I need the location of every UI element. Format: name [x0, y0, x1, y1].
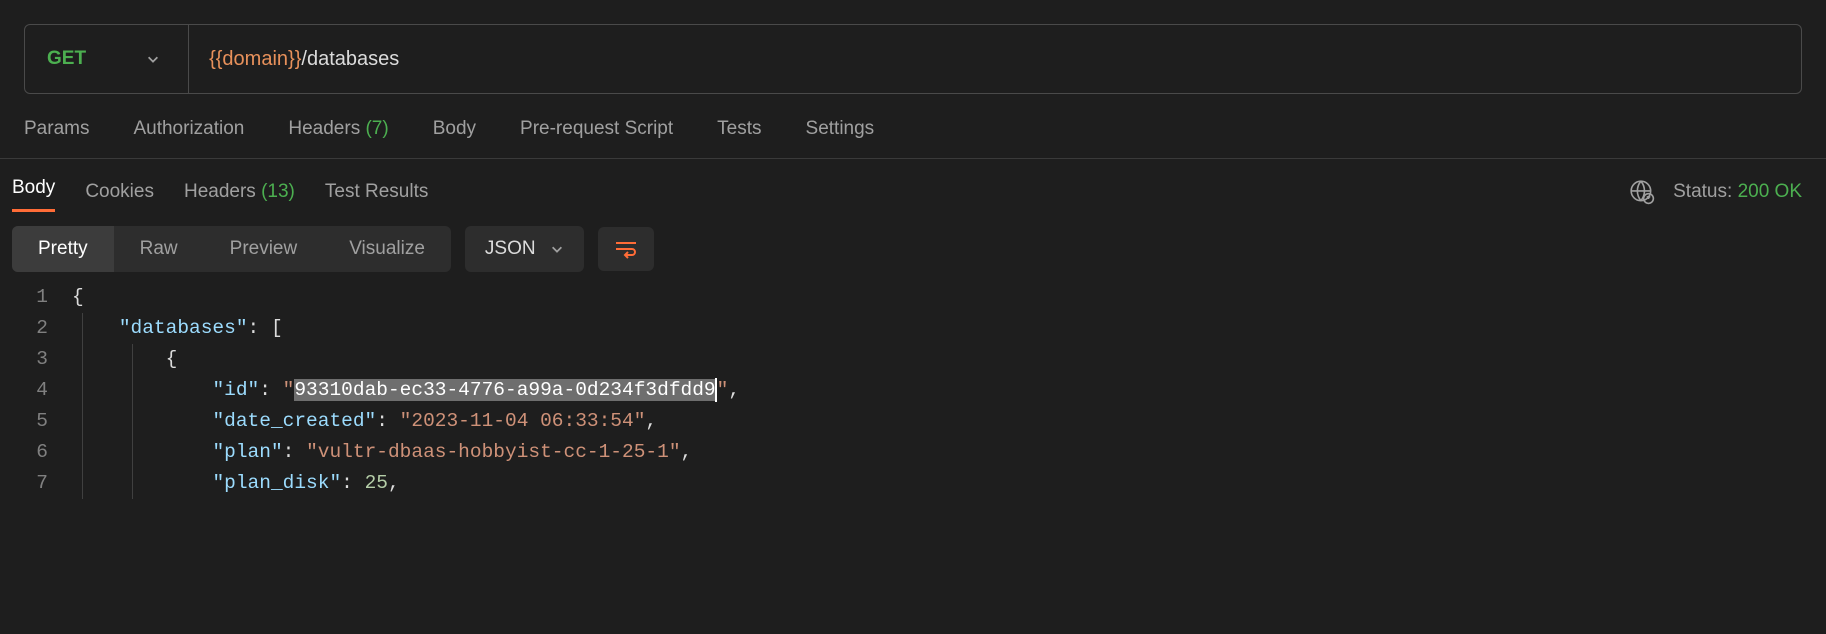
tab-params[interactable]: Params: [24, 118, 89, 140]
line-number: 4: [12, 375, 48, 406]
status-label: Status:: [1673, 181, 1732, 202]
response-status-area: Status: 200 OK: [1629, 179, 1802, 205]
line-number: 6: [12, 437, 48, 468]
globe-icon[interactable]: [1629, 179, 1655, 205]
format-pretty[interactable]: Pretty: [12, 226, 114, 272]
format-raw[interactable]: Raw: [114, 226, 204, 272]
line-number-gutter: 1 2 3 4 5 6 7: [12, 282, 72, 499]
code-line: "plan": "vultr-dbaas-hobbyist-cc-1-25-1"…: [72, 437, 740, 468]
format-visualize[interactable]: Visualize: [323, 226, 451, 272]
http-method-label: GET: [47, 48, 86, 70]
http-method-select[interactable]: GET: [25, 25, 189, 93]
response-tab-headers[interactable]: Headers (13): [184, 175, 295, 209]
tab-headers-label: Headers: [288, 118, 360, 139]
tab-headers[interactable]: Headers (7): [288, 118, 388, 140]
request-url-bar: GET {{domain}}/databases: [24, 24, 1802, 94]
code-line: "id": "93310dab-ec33-4776-a99a-0d234f3df…: [72, 375, 740, 406]
response-body-viewer[interactable]: 1 2 3 4 5 6 7 { "databases": [ { "id": "…: [0, 282, 1826, 499]
wrap-icon: [614, 239, 638, 259]
response-tab-headers-count: (13): [261, 181, 295, 202]
line-number: 5: [12, 406, 48, 437]
line-number: 7: [12, 468, 48, 499]
code-lines: { "databases": [ { "id": "93310dab-ec33-…: [72, 282, 740, 499]
response-tab-test-results[interactable]: Test Results: [325, 175, 428, 209]
request-tabs: Params Authorization Headers (7) Body Pr…: [0, 94, 1826, 159]
wrap-lines-button[interactable]: [598, 227, 654, 271]
line-number: 3: [12, 344, 48, 375]
response-tab-body[interactable]: Body: [12, 171, 55, 212]
response-tabs: Body Cookies Headers (13) Test Results: [12, 171, 428, 212]
url-path: /databases: [301, 48, 399, 70]
response-tab-headers-label: Headers: [184, 181, 256, 202]
line-number: 2: [12, 313, 48, 344]
tab-authorization[interactable]: Authorization: [133, 118, 244, 140]
response-status: Status: 200 OK: [1673, 181, 1802, 203]
status-value: 200 OK: [1738, 181, 1802, 202]
response-tab-cookies[interactable]: Cookies: [85, 175, 154, 209]
tab-prerequest[interactable]: Pre-request Script: [520, 118, 673, 140]
code-line: {: [72, 344, 740, 375]
code-line: {: [72, 282, 740, 313]
chevron-down-icon: [146, 52, 160, 66]
tab-body[interactable]: Body: [433, 118, 476, 140]
response-language-select[interactable]: JSON: [465, 226, 584, 272]
tab-headers-count: (7): [365, 118, 388, 139]
tab-settings[interactable]: Settings: [806, 118, 875, 140]
selected-text: 93310dab-ec33-4776-a99a-0d234f3dfdd9: [294, 379, 715, 401]
request-url-input[interactable]: {{domain}}/databases: [189, 48, 399, 71]
response-format-row: Pretty Raw Preview Visualize JSON: [0, 212, 1826, 282]
chevron-down-icon: [550, 242, 564, 256]
code-line: "plan_disk": 25,: [72, 468, 740, 499]
response-language-label: JSON: [485, 238, 536, 260]
line-number: 1: [12, 282, 48, 313]
format-preview[interactable]: Preview: [204, 226, 324, 272]
code-line: "databases": [: [72, 313, 740, 344]
code-line: "date_created": "2023-11-04 06:33:54",: [72, 406, 740, 437]
url-variable: {{domain}}: [209, 48, 301, 70]
response-header-row: Body Cookies Headers (13) Test Results S…: [0, 159, 1826, 212]
format-mode-group: Pretty Raw Preview Visualize: [12, 226, 451, 272]
tab-tests[interactable]: Tests: [717, 118, 761, 140]
